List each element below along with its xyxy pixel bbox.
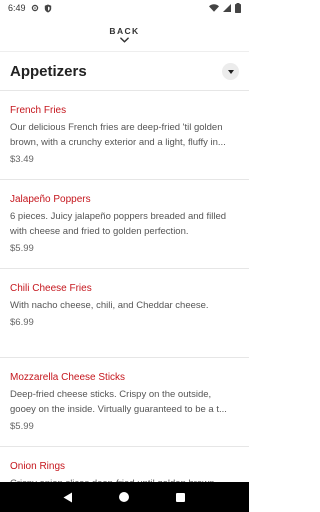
item-price: $3.49 bbox=[10, 154, 34, 165]
collapse-button[interactable] bbox=[222, 63, 239, 80]
caret-down-icon bbox=[227, 69, 234, 74]
item-description: Our delicious French fries are deep-frie… bbox=[10, 122, 226, 148]
section-title: Appetizers bbox=[10, 63, 87, 80]
item-name: Jalapeño Poppers bbox=[10, 194, 91, 205]
status-time: 6:49 bbox=[8, 3, 26, 13]
status-right bbox=[209, 3, 241, 13]
back-triangle-icon[interactable] bbox=[56, 485, 80, 509]
signal-icon bbox=[223, 4, 231, 12]
wifi-icon bbox=[209, 4, 219, 12]
item-description: With nacho cheese, chili, and Cheddar ch… bbox=[10, 300, 209, 311]
item-description: Deep-fried cheese sticks. Crispy on the … bbox=[10, 389, 227, 415]
status-left: 6:49 bbox=[8, 3, 52, 13]
item-price: $5.99 bbox=[10, 421, 34, 432]
item-price: $6.99 bbox=[10, 317, 34, 328]
status-bar: 6:49 bbox=[0, 0, 249, 16]
settings-icon bbox=[31, 4, 39, 12]
menu-item[interactable]: Jalapeño Poppers 6 pieces. Juicy jalapeñ… bbox=[0, 180, 249, 269]
menu-item[interactable]: French Fries Our delicious French fries … bbox=[0, 91, 249, 180]
item-name: Chili Cheese Fries bbox=[10, 283, 92, 294]
home-circle-icon[interactable] bbox=[112, 485, 136, 509]
item-price: $5.99 bbox=[10, 243, 34, 254]
menu-item[interactable]: Mozzarella Cheese Sticks Deep-fried chee… bbox=[0, 358, 249, 447]
chevron-down-icon bbox=[120, 37, 129, 43]
section-header[interactable]: Appetizers bbox=[0, 53, 249, 91]
system-nav-bar bbox=[0, 482, 249, 512]
battery-icon bbox=[235, 3, 241, 13]
item-name: French Fries bbox=[10, 105, 67, 116]
shield-icon bbox=[44, 4, 52, 13]
menu-item[interactable]: Chili Cheese Fries With nacho cheese, ch… bbox=[0, 269, 249, 358]
back-button[interactable]: BACK bbox=[0, 18, 249, 52]
recents-square-icon[interactable] bbox=[169, 485, 193, 509]
item-description: 6 pieces. Juicy jalapeño poppers breaded… bbox=[10, 211, 227, 237]
back-label: BACK bbox=[109, 26, 140, 36]
menu-list: French Fries Our delicious French fries … bbox=[0, 91, 249, 512]
item-name: Onion Rings bbox=[10, 461, 66, 472]
item-name: Mozzarella Cheese Sticks bbox=[10, 372, 126, 383]
